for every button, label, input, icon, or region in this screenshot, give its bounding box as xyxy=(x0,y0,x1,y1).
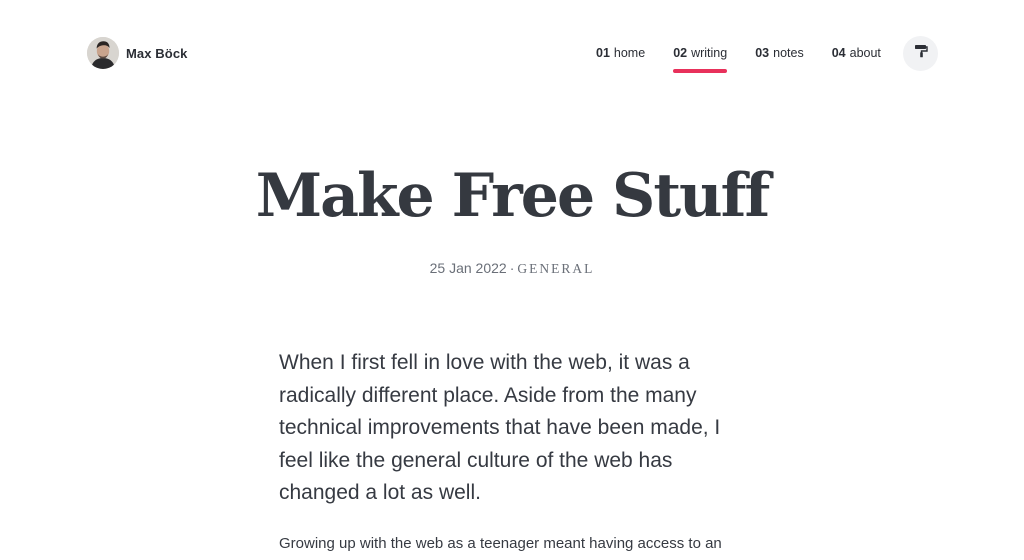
page: Max Böck 01 home 02 writing 03 notes 04 abou… xyxy=(0,0,1024,560)
nav-item-number: 01 xyxy=(596,46,610,60)
nav-item-label: writing xyxy=(691,46,728,60)
article-date: 25 Jan 2022 xyxy=(429,260,507,276)
nav-item-label: notes xyxy=(773,46,804,60)
article-meta: 25 Jan 2022 · GENERAL xyxy=(0,259,1024,278)
nav-item-number: 04 xyxy=(831,46,846,60)
nav-item-notes[interactable]: 03 notes xyxy=(755,44,804,62)
nav-item-label: about xyxy=(849,46,881,60)
nav-item-label: home xyxy=(613,46,646,60)
article-title: Make Free Stuff xyxy=(255,161,771,231)
theme-toggle-button[interactable] xyxy=(903,36,938,71)
article-category-link[interactable]: GENERAL xyxy=(517,261,594,276)
nav-item-number: 02 xyxy=(673,46,688,60)
nav-item-home[interactable]: 01 home xyxy=(596,44,645,62)
nav-item-writing[interactable]: 02 writing xyxy=(673,44,728,73)
nav-item-about[interactable]: 04 about xyxy=(832,44,881,62)
avatar xyxy=(87,37,119,69)
main-nav: 01 home 02 writing 03 notes 04 about xyxy=(596,44,909,73)
article-lead: When I first fell in love with the web, … xyxy=(279,351,721,505)
paint-roller-icon xyxy=(914,44,928,63)
nav-item-number: 03 xyxy=(755,46,770,60)
article-paragraph: Growing up with the web as a teenager me… xyxy=(279,535,722,552)
site-brand-link[interactable]: Max Böck xyxy=(87,36,188,70)
meta-separator: · xyxy=(509,260,515,276)
author-name: Max Böck xyxy=(126,45,188,61)
